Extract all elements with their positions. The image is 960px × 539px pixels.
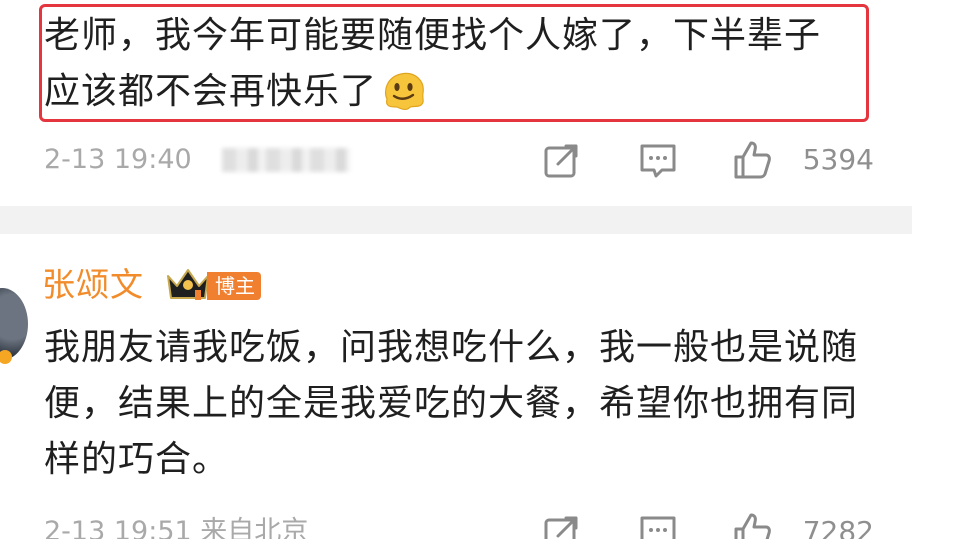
comment-time: 2-13 19:51 来自北京 — [44, 512, 308, 539]
comment-feed: 老师，我今年可能要随便找个人嫁了，下半辈子应该都不会再快乐了 2-13 19:4… — [0, 0, 960, 539]
crown-icon — [167, 269, 209, 300]
username[interactable]: 张颂文 — [42, 262, 144, 308]
comment-text: 我朋友请我吃饭，问我想吃什么，我一般也是说随便，结果上的全是我爱吃的大餐，希望你… — [44, 327, 859, 480]
comment-icon[interactable] — [638, 512, 678, 539]
comment-icon[interactable] — [638, 140, 678, 180]
like-count: 7282 — [802, 515, 874, 539]
comment-meta: 2-13 19:51 来自北京 7282 — [44, 512, 874, 539]
comment-text: 老师，我今年可能要随便找个人嫁了，下半辈子应该都不会再快乐了 — [44, 8, 844, 120]
comment-body: 老师，我今年可能要随便找个人嫁了，下半辈子应该都不会再快乐了 — [44, 15, 822, 112]
comment-time: 2-13 19:40 — [44, 144, 192, 175]
like-icon[interactable] — [732, 512, 772, 539]
blurred-source — [222, 148, 350, 172]
verified-badge-icon — [0, 350, 12, 364]
comment-meta: 2-13 19:40 5394 — [44, 140, 874, 180]
share-icon[interactable] — [542, 140, 582, 180]
like-count: 5394 — [802, 143, 874, 176]
share-icon[interactable] — [542, 512, 582, 539]
comment-time-value: 2-13 19:51 — [44, 516, 192, 539]
section-divider — [0, 206, 912, 234]
like-icon[interactable] — [732, 140, 772, 180]
comment-location: 来自北京 — [200, 516, 309, 539]
melting-face-emoji-icon — [384, 72, 424, 111]
blogger-badge: 博主 — [207, 272, 261, 300]
